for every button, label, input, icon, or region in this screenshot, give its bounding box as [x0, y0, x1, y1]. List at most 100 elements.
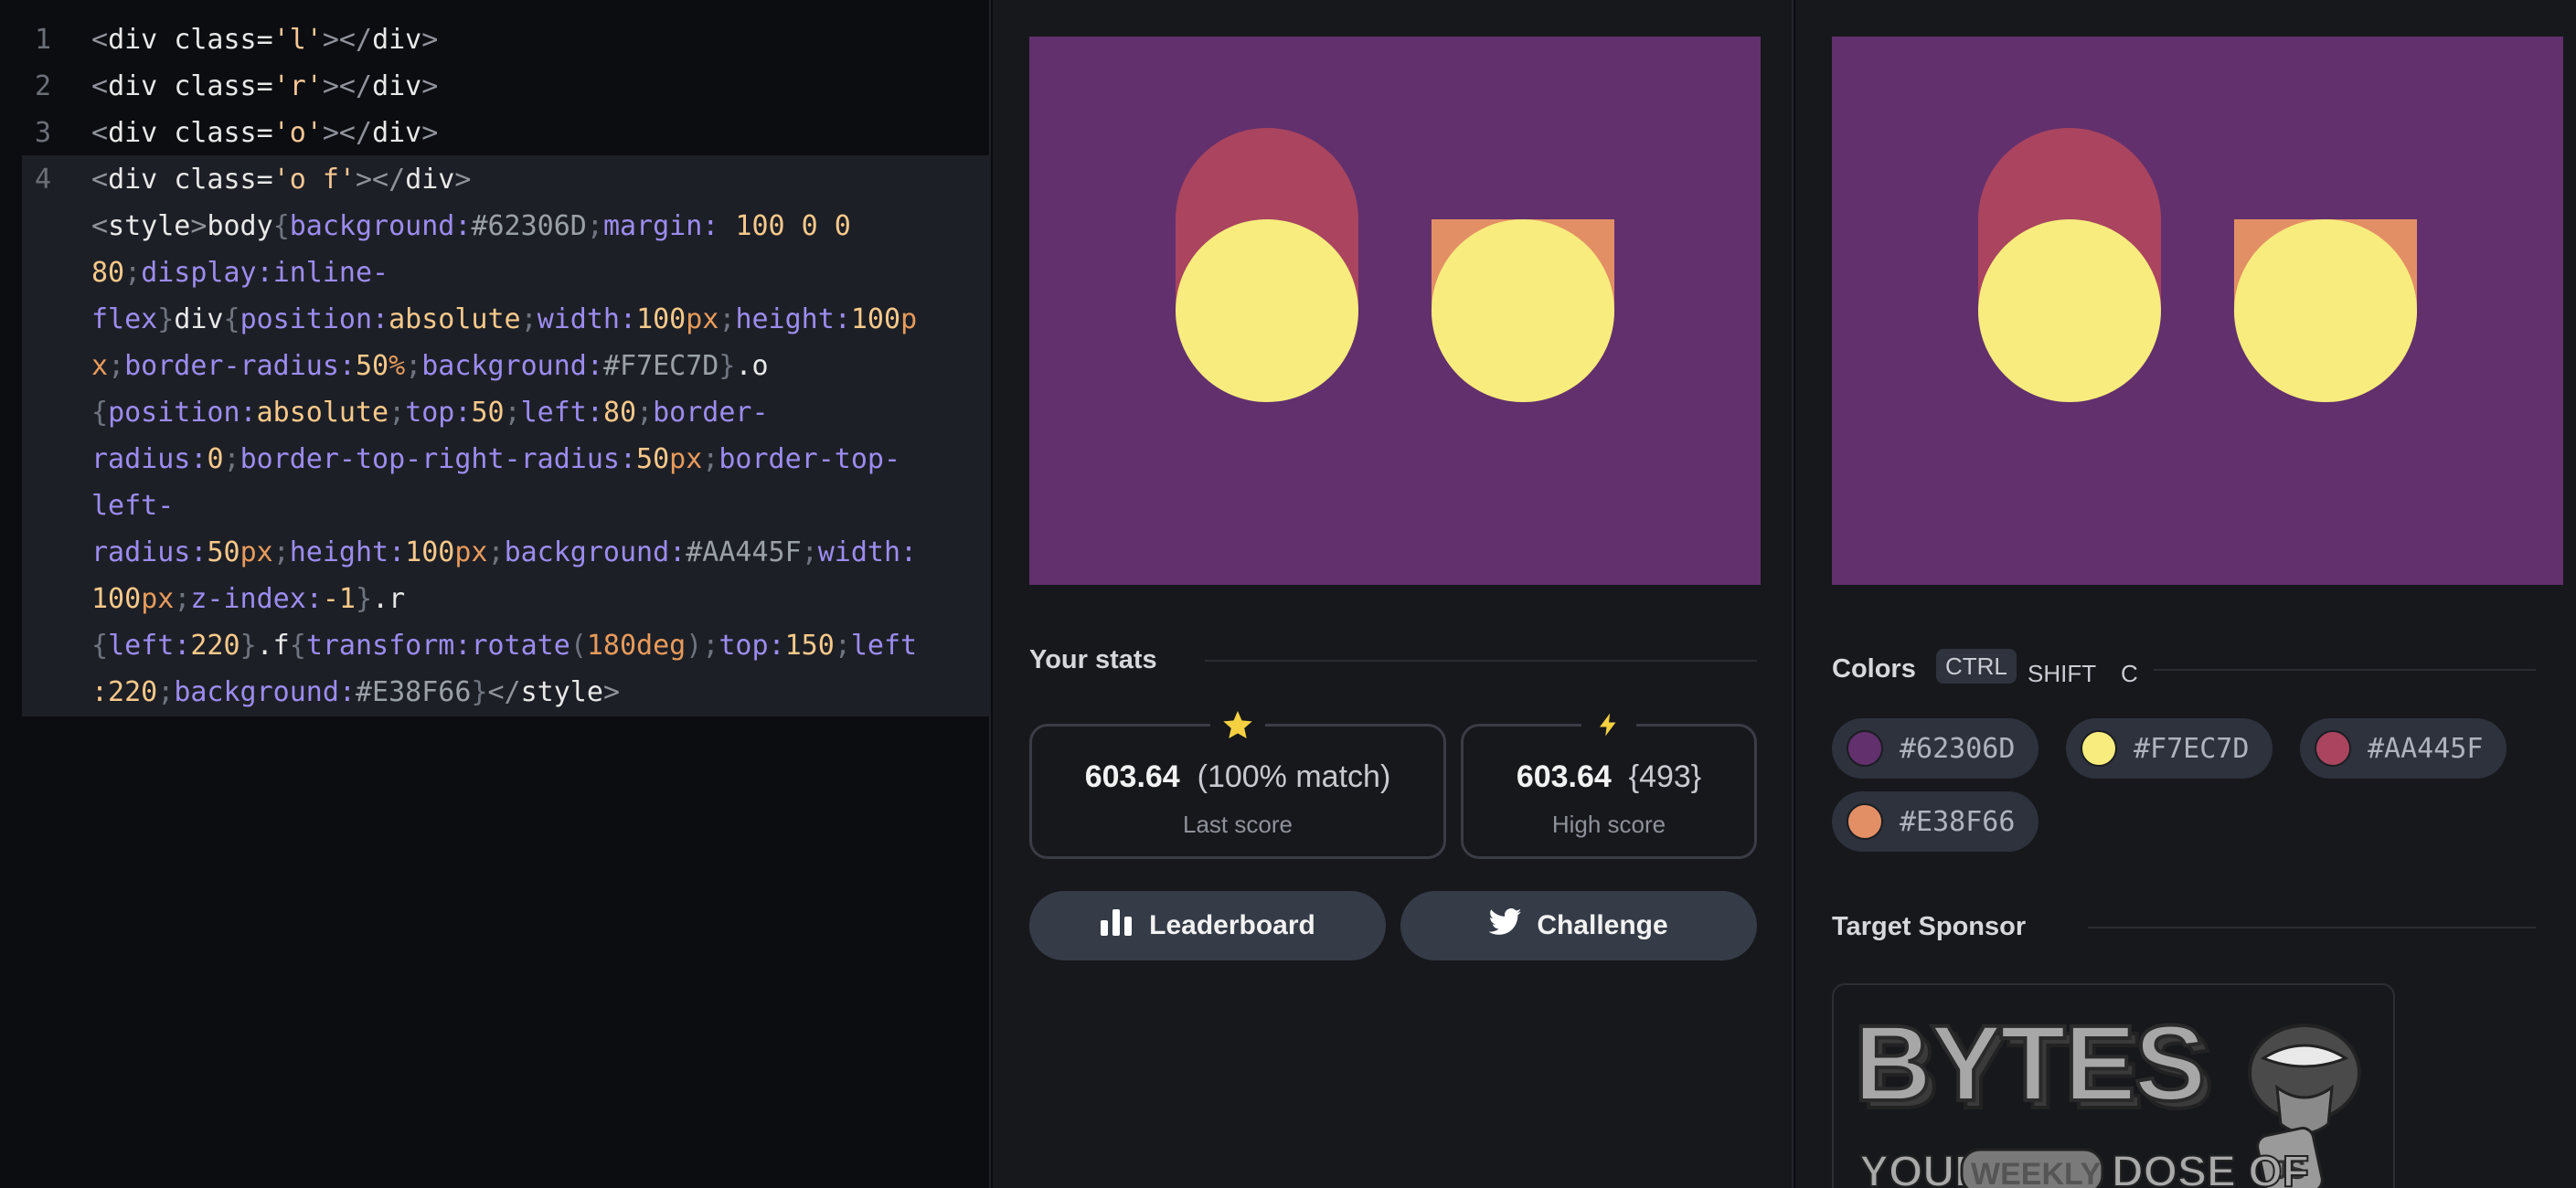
code-token: ></ [356, 164, 406, 196]
code-token: body [207, 210, 273, 242]
output-preview[interactable] [1029, 37, 1761, 585]
code-token: #62306D [471, 210, 587, 242]
sponsor-divider [2088, 927, 2536, 928]
code-token: .r [372, 583, 406, 615]
code-token: 150 [784, 630, 835, 662]
code-token: background: [289, 210, 472, 242]
svg-text:BYTES: BYTES [1854, 1003, 2204, 1124]
target-panel: Colors CTRL SHIFT C #62306D #F7EC7D #AA4… [1795, 0, 2576, 1188]
code-token: margin: [602, 210, 736, 242]
code-token: { [272, 210, 290, 242]
code-token: % [389, 350, 406, 382]
code-editor[interactable]: 1234 <div class='l'></div> <div class='r'… [0, 0, 991, 1188]
yellow-circle-left [1978, 219, 2161, 402]
code-token: x [91, 350, 109, 382]
code-token: flex [91, 303, 158, 335]
code-token: left- [91, 490, 175, 522]
code-token: style [520, 676, 603, 708]
code-token: px [669, 443, 703, 475]
code-token: ></ [322, 24, 373, 56]
code-token: ; [389, 397, 406, 429]
code-token: px [686, 303, 719, 335]
color-swatch[interactable]: #62306D [1832, 718, 2039, 779]
sponsor-card[interactable]: BYTES BYTES JS YOUR WEEKLY DOSE OF [1832, 983, 2395, 1188]
code-token: .f [256, 630, 290, 662]
code-token: background: [421, 350, 603, 382]
code-token: 'r' [272, 70, 323, 102]
high-score-value: 603.64 {493} [1516, 759, 1702, 794]
stats-divider [1205, 660, 1757, 662]
code-token: width: [537, 303, 637, 335]
code-token: radius: [91, 443, 208, 475]
code-token: ; [586, 210, 603, 242]
code-token: #F7EC7D [602, 350, 719, 382]
code-token: div [108, 164, 175, 196]
last-score-label: Last score [1183, 811, 1293, 838]
leaderboard-button[interactable]: Leaderboard [1029, 891, 1386, 960]
code-token: 50 [207, 536, 240, 568]
code-token: > [602, 676, 620, 708]
code-token: ( [569, 630, 587, 662]
code-token: ) [686, 630, 703, 662]
sponsor-title: Target Sponsor [1832, 912, 2027, 941]
code-token: class= [174, 24, 273, 56]
code-token: width: [817, 536, 918, 568]
code-token: 'o f' [272, 164, 356, 196]
code-token: ></ [322, 70, 373, 102]
code-token: } [240, 630, 257, 662]
yellow-circle-right [2234, 219, 2417, 402]
code-token: ; [272, 536, 290, 568]
color-swatch[interactable]: #E38F66 [1832, 791, 2039, 852]
code-token: left [850, 630, 918, 662]
code-token: 50 [471, 397, 505, 429]
svg-text:DOSE OF: DOSE OF [2112, 1148, 2309, 1188]
color-swatch[interactable]: #AA445F [2300, 718, 2507, 779]
color-swatch[interactable]: #F7EC7D [2066, 718, 2273, 779]
code-token: ; [487, 536, 505, 568]
code-token: px [454, 536, 488, 568]
code-token: { [289, 630, 306, 662]
code-token: :220 [91, 676, 158, 708]
code-token: background: [174, 676, 356, 708]
code-token: > [454, 164, 472, 196]
target-preview[interactable] [1832, 37, 2563, 585]
code-token: absolute [256, 397, 389, 429]
code-token: border-top- [719, 443, 901, 475]
swatch-dot [2315, 730, 2351, 767]
code-token: 100 [405, 536, 455, 568]
code-token: ; [108, 350, 125, 382]
code-token: > [190, 210, 208, 242]
code-token: div [372, 24, 422, 56]
code-token: ; [520, 303, 538, 335]
code-token: height: [289, 536, 406, 568]
leaderboard-label: Leaderboard [1149, 910, 1315, 940]
code-token: div [108, 117, 175, 149]
code-token: div [108, 70, 175, 102]
code-token: > [421, 117, 439, 149]
code-token: } [471, 676, 488, 708]
colors-divider [2154, 669, 2536, 671]
code-token: height: [735, 303, 851, 335]
yellow-circle-left [1176, 219, 1358, 402]
shortcut-shift: SHIFT [2028, 660, 2097, 687]
shortcut-ctrl: CTRL [1936, 649, 2017, 684]
code-token: ; [157, 676, 175, 708]
swatch-dot [1847, 730, 1883, 767]
last-score-value: 603.64 (100% match) [1084, 759, 1391, 794]
code-token: div [174, 303, 224, 335]
code-token: background: [504, 536, 687, 568]
stats-title: Your stats [1029, 645, 1157, 674]
code-token: </ [487, 676, 521, 708]
code-token: px [141, 583, 175, 615]
code-token: -1 [322, 583, 356, 615]
code-token: div [405, 164, 455, 196]
twitter-icon [1489, 908, 1522, 943]
code-token: 'l' [272, 24, 323, 56]
star-icon [1210, 706, 1265, 743]
challenge-button[interactable]: Challenge [1400, 891, 1757, 960]
code-token: } [157, 303, 175, 335]
swatch-hex: #E38F66 [1900, 805, 2016, 838]
swatch-dot [2081, 730, 2117, 767]
code-token: 220 [190, 630, 240, 662]
code-token: 100 [91, 583, 142, 615]
